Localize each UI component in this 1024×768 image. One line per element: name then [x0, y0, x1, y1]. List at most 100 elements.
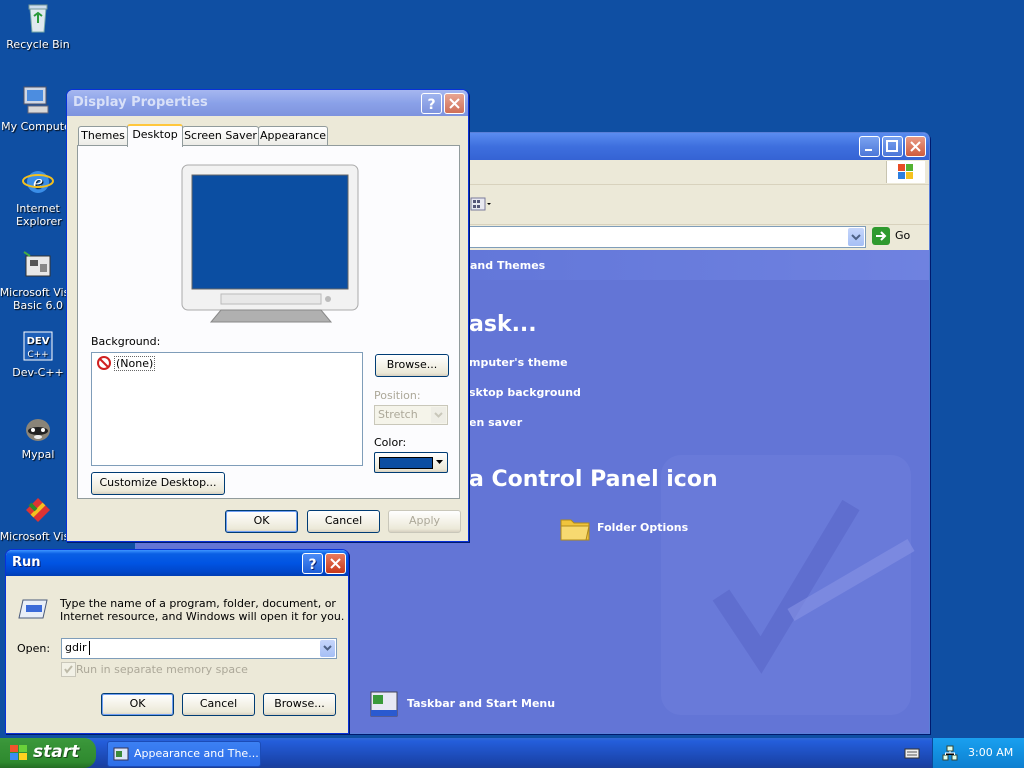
color-label: Color: — [374, 436, 407, 449]
run-dialog: Run ? Type the name of a program, folder… — [5, 549, 349, 734]
go-button[interactable]: Go — [872, 226, 924, 246]
display-properties-titlebar[interactable]: Display Properties ? — [67, 90, 468, 116]
close-button[interactable] — [905, 136, 926, 157]
close-icon — [449, 98, 460, 109]
system-tray: 3:00 AM — [932, 738, 1024, 768]
open-input-value: gdir — [65, 641, 87, 654]
run-description-line1: Type the name of a program, folder, docu… — [60, 597, 336, 610]
category-title: and Themes — [470, 259, 546, 272]
ok-button[interactable]: OK — [101, 693, 174, 716]
run-description-line2: Internet resource, and Windows will open… — [60, 610, 345, 623]
none-icon — [97, 356, 111, 370]
open-input[interactable]: gdir — [61, 638, 337, 659]
keyboard-icon[interactable] — [904, 746, 920, 760]
background-list[interactable]: (None) — [91, 352, 363, 466]
svg-text:DEV: DEV — [27, 336, 50, 347]
svg-text:C++: C++ — [27, 350, 48, 360]
start-label: start — [33, 742, 80, 762]
tab-desktop[interactable]: Desktop — [127, 124, 183, 147]
position-value: Stretch — [378, 408, 418, 421]
help-button[interactable]: ? — [421, 93, 442, 114]
desktop-icon-label: Dev-C++ — [12, 366, 64, 379]
desktop-icon-label: Mypal — [21, 448, 55, 461]
cancel-button[interactable]: Cancel — [182, 693, 255, 716]
desktop-tab-panel: Background: (None) Browse... Position: S… — [77, 145, 460, 499]
minimize-icon — [865, 149, 872, 151]
taskbar-button-label: Appearance and The... — [134, 747, 259, 760]
help-icon: ? — [308, 557, 316, 573]
position-select[interactable]: Stretch — [374, 405, 448, 425]
taskbar-start-menu-item[interactable]: Taskbar and Start Menu — [369, 688, 569, 720]
close-icon — [910, 141, 921, 152]
check-icon — [64, 665, 73, 674]
dev-cpp-icon: DEV C++ — [22, 330, 54, 362]
chevron-down-icon — [851, 234, 861, 241]
network-icon[interactable] — [942, 745, 958, 761]
text-cursor — [89, 641, 90, 655]
tab-appearance[interactable]: Appearance — [258, 126, 328, 146]
folder-options-icon — [560, 519, 590, 541]
pick-icon-heading: a Control Panel icon — [469, 467, 718, 492]
folder-options-item[interactable]: Folder Options — [559, 512, 719, 544]
go-arrow-icon — [872, 227, 890, 245]
control-panel-icon — [113, 747, 129, 761]
visual-basic-icon — [22, 250, 54, 282]
monitor-preview-icon — [181, 164, 359, 323]
window-title: Run — [12, 555, 41, 570]
browse-button[interactable]: Browse... — [375, 354, 449, 377]
display-properties-window: Display Properties ? Themes Desktop Scre… — [66, 89, 469, 542]
color-picker-button[interactable] — [374, 452, 448, 473]
task-link-theme[interactable]: mputer's theme — [469, 356, 568, 369]
svg-text:?: ? — [427, 97, 435, 113]
run-titlebar[interactable]: Run ? — [6, 550, 348, 576]
chevron-down-icon — [323, 645, 332, 651]
start-button[interactable]: start — [0, 738, 96, 768]
chevron-down-icon — [434, 412, 443, 418]
open-label: Open: — [17, 642, 51, 655]
desktop-icon-label: Recycle Bin — [6, 38, 70, 51]
task-link-screensaver[interactable]: en saver — [469, 416, 522, 429]
clock[interactable]: 3:00 AM — [968, 746, 1013, 759]
cancel-button[interactable]: Cancel — [307, 510, 380, 533]
apply-button[interactable]: Apply — [388, 510, 461, 533]
maximize-button[interactable] — [882, 136, 903, 157]
position-label: Position: — [374, 389, 421, 402]
minimize-button[interactable] — [859, 136, 880, 157]
background-label: Background: — [91, 335, 161, 348]
browse-button[interactable]: Browse... — [263, 693, 336, 716]
desktop-icon-my-computer[interactable]: My Compute — [0, 84, 76, 133]
desktop-icon-recycle-bin[interactable]: Recycle Bin — [0, 2, 78, 51]
close-button[interactable] — [444, 93, 465, 114]
close-button[interactable] — [325, 553, 346, 574]
taskbar-start-menu-label: Taskbar and Start Menu — [407, 697, 556, 710]
help-icon: ? — [427, 97, 435, 113]
chevron-down-icon — [436, 460, 443, 464]
tab-screen-saver[interactable]: Screen Saver — [182, 126, 259, 146]
pick-task-heading: ask... — [469, 312, 537, 337]
address-dropdown-button[interactable] — [848, 228, 864, 246]
go-label: Go — [895, 229, 911, 242]
views-icon[interactable] — [470, 195, 492, 213]
separate-memory-checkbox[interactable] — [61, 662, 76, 677]
taskbar-icon — [370, 691, 398, 717]
tab-themes[interactable]: Themes — [78, 126, 128, 146]
help-button[interactable]: ? — [302, 553, 323, 574]
ok-button[interactable]: OK — [225, 510, 298, 533]
list-item-label: (None) — [114, 356, 156, 371]
color-swatch — [379, 457, 433, 469]
windows-logo-icon — [10, 745, 27, 760]
run-icon — [18, 599, 48, 619]
maximize-icon — [886, 140, 898, 152]
visual-studio-icon — [22, 494, 54, 526]
my-computer-icon — [20, 84, 52, 116]
window-title: Display Properties — [73, 95, 208, 110]
customize-desktop-button[interactable]: Customize Desktop... — [91, 472, 225, 495]
desktop-icon-label: Microsoft Visu — [0, 530, 77, 543]
desktop-icon-label: Internet Explorer — [16, 202, 62, 228]
open-dropdown-button[interactable] — [320, 640, 335, 657]
taskbar-button-appearance[interactable]: Appearance and The... — [107, 741, 261, 767]
position-dropdown-button[interactable] — [431, 407, 446, 423]
task-link-background[interactable]: sktop background — [469, 386, 581, 399]
desktop-icon-label: My Compute — [1, 120, 71, 133]
folder-options-label: Folder Options — [597, 521, 689, 534]
